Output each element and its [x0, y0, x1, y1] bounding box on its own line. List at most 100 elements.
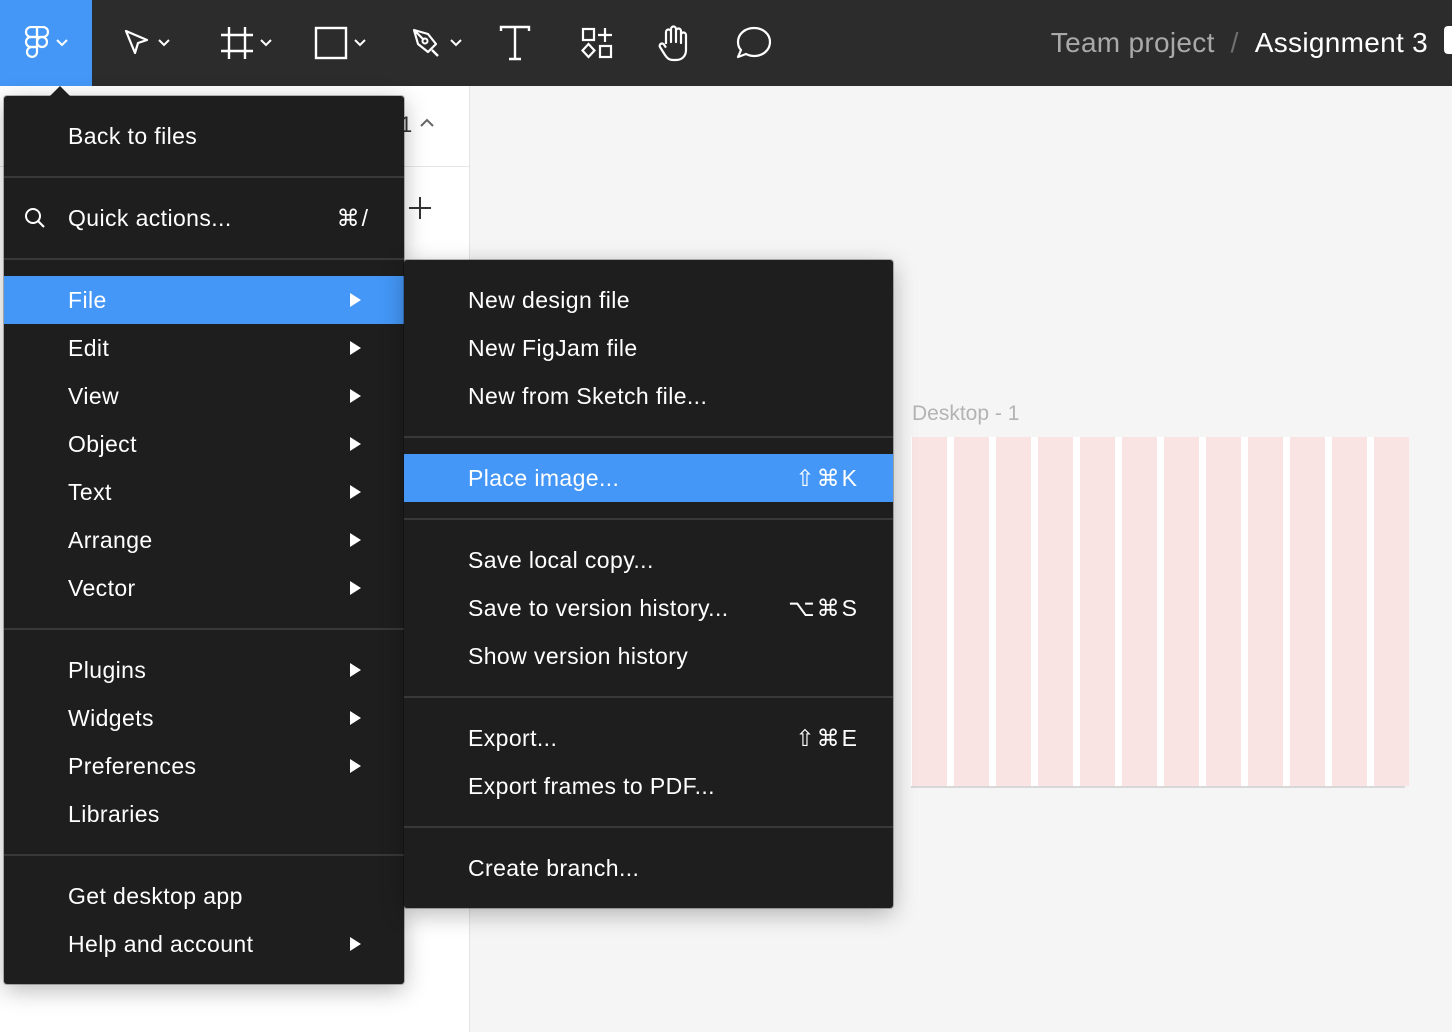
menu-item-label: File — [68, 286, 107, 313]
menu-item-export[interactable]: Export... ⇧⌘E — [404, 714, 893, 762]
menu-separator — [4, 854, 404, 856]
menu-item-shortcut: ⌥⌘S — [788, 594, 859, 621]
chevron-down-icon — [158, 39, 170, 47]
frame-tool-button[interactable] — [206, 0, 286, 86]
menu-item-text[interactable]: Text — [4, 468, 404, 516]
submenu-arrow-icon — [350, 293, 361, 307]
figma-logo-icon — [24, 26, 50, 58]
menu-item-quick-actions[interactable]: Quick actions... ⌘/ — [4, 194, 404, 242]
layout-grid-column — [1248, 437, 1283, 786]
menu-item-label: Save local copy... — [468, 546, 654, 573]
frame-tool-icon — [221, 27, 253, 59]
submenu-arrow-icon — [350, 711, 361, 725]
layout-grid-column — [912, 437, 947, 786]
submenu-arrow-icon — [350, 581, 361, 595]
add-page-icon[interactable] — [408, 196, 432, 220]
menu-notch — [50, 86, 70, 96]
menu-item-libraries[interactable]: Libraries — [4, 790, 404, 838]
menu-item-object[interactable]: Object — [4, 420, 404, 468]
breadcrumb-separator: / — [1230, 27, 1239, 58]
hand-tool-icon — [658, 25, 688, 62]
menu-item-widgets[interactable]: Widgets — [4, 694, 404, 742]
comment-button[interactable] — [728, 0, 780, 86]
shape-tool-button[interactable] — [300, 0, 380, 86]
resources-button[interactable] — [572, 0, 622, 86]
menu-item-get-desktop-app[interactable]: Get desktop app — [4, 872, 404, 920]
move-tool-icon — [124, 29, 149, 55]
submenu-arrow-icon — [350, 759, 361, 773]
frame-label[interactable]: Desktop - 1 — [912, 402, 1019, 426]
menu-item-label: Place image... — [468, 464, 620, 491]
menu-item-label: Edit — [68, 334, 110, 361]
breadcrumb-project[interactable]: Team project — [1051, 27, 1215, 59]
menu-item-label: Save to version history... — [468, 594, 729, 621]
menu-item-show-version-history[interactable]: Show version history — [404, 632, 893, 680]
chevron-down-icon — [354, 39, 366, 47]
menu-item-shortcut: ⇧⌘K — [795, 464, 859, 491]
menu-item-label: Help and account — [68, 930, 254, 957]
shape-tool-icon — [314, 26, 348, 60]
menu-item-label: New FigJam file — [468, 334, 638, 361]
menu-item-new-figjam-file[interactable]: New FigJam file — [404, 324, 893, 372]
layout-grid-column — [996, 437, 1031, 786]
share-button-edge[interactable] — [1444, 26, 1452, 54]
comment-icon — [736, 26, 772, 59]
menu-separator — [404, 696, 893, 698]
main-menu-button[interactable] — [0, 0, 92, 86]
pen-tool-button[interactable] — [396, 0, 476, 86]
submenu-arrow-icon — [350, 937, 361, 951]
menu-item-label: Quick actions... — [68, 204, 232, 231]
menu-item-label: New design file — [468, 286, 630, 313]
menu-item-preferences[interactable]: Preferences — [4, 742, 404, 790]
menu-item-shortcut: ⇧⌘E — [795, 724, 859, 751]
menu-item-label: Preferences — [68, 752, 197, 779]
menu-item-save-local-copy[interactable]: Save local copy... — [404, 536, 893, 584]
menu-item-help-and-account[interactable]: Help and account — [4, 920, 404, 968]
menu-item-back-to-files[interactable]: Back to files — [4, 112, 404, 160]
chevron-down-icon — [56, 39, 68, 47]
menu-item-file[interactable]: File — [4, 276, 404, 324]
layout-grid-column — [954, 437, 989, 786]
file-submenu: New design file New FigJam file New from… — [404, 260, 893, 908]
menu-item-label: Create branch... — [468, 854, 640, 881]
text-tool-button[interactable] — [490, 0, 540, 86]
desktop-frame[interactable] — [911, 437, 1409, 788]
menu-item-edit[interactable]: Edit — [4, 324, 404, 372]
menu-item-label: Back to files — [68, 122, 198, 149]
menu-item-place-image[interactable]: Place image... ⇧⌘K — [404, 454, 893, 502]
menu-item-vector[interactable]: Vector — [4, 564, 404, 612]
menu-item-label: Get desktop app — [68, 882, 243, 909]
menu-separator — [404, 826, 893, 828]
menu-item-plugins[interactable]: Plugins — [4, 646, 404, 694]
hand-tool-button[interactable] — [650, 0, 700, 86]
layout-grid-column — [1206, 437, 1241, 786]
submenu-arrow-icon — [350, 341, 361, 355]
layout-grid-column — [1164, 437, 1199, 786]
move-tool-button[interactable] — [106, 0, 186, 86]
layout-grid-column — [1122, 437, 1157, 786]
breadcrumb: Team project / Assignment 3 — [1051, 0, 1452, 86]
menu-item-create-branch[interactable]: Create branch... — [404, 844, 893, 892]
chevron-up-icon[interactable] — [420, 118, 434, 127]
submenu-arrow-icon — [350, 389, 361, 403]
submenu-arrow-icon — [350, 485, 361, 499]
menu-item-arrange[interactable]: Arrange — [4, 516, 404, 564]
chevron-down-icon — [260, 39, 272, 47]
chevron-down-icon — [450, 39, 462, 47]
menu-item-label: Vector — [68, 574, 136, 601]
menu-item-label: New from Sketch file... — [468, 382, 708, 409]
menu-item-label: Text — [68, 478, 112, 505]
menu-item-label: View — [68, 382, 120, 409]
menu-item-new-from-sketch[interactable]: New from Sketch file... — [404, 372, 893, 420]
menu-item-label: Arrange — [68, 526, 153, 553]
menu-item-view[interactable]: View — [4, 372, 404, 420]
menu-item-new-design-file[interactable]: New design file — [404, 276, 893, 324]
layout-grid-column — [1332, 437, 1367, 786]
menu-item-label: Export frames to PDF... — [468, 772, 715, 799]
menu-item-export-frames-to-pdf[interactable]: Export frames to PDF... — [404, 762, 893, 810]
menu-separator — [4, 258, 404, 260]
menu-item-save-to-version-history[interactable]: Save to version history... ⌥⌘S — [404, 584, 893, 632]
menu-separator — [4, 628, 404, 630]
menu-item-shortcut: ⌘/ — [336, 204, 370, 231]
breadcrumb-file-name[interactable]: Assignment 3 — [1255, 27, 1428, 59]
